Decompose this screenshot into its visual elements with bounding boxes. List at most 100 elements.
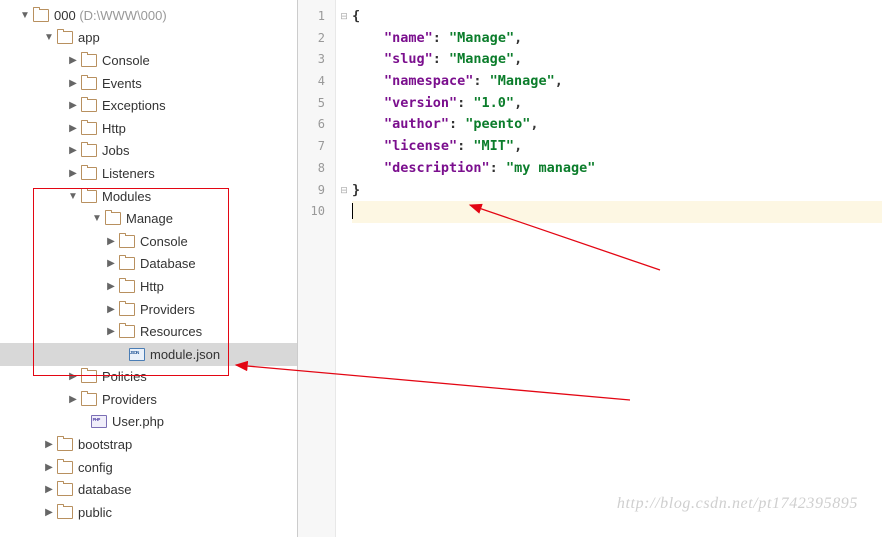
fold-close-icon[interactable]: ⊟ [336, 180, 352, 202]
tree-events[interactable]: ▶ Events [0, 72, 297, 95]
tree-manage[interactable]: ▼ Manage [0, 207, 297, 230]
tree-m-database[interactable]: ▶ Database [0, 253, 297, 276]
chevron-right-icon: ▶ [44, 484, 54, 495]
tree-label: config [78, 460, 113, 475]
tree-label: Http [102, 121, 126, 136]
chevron-right-icon: ▶ [68, 100, 78, 111]
tree-providers[interactable]: ▶ Providers [0, 388, 297, 411]
line-number: 2 [298, 28, 335, 50]
code-area[interactable]: { "name": "Manage", "slug": "Manage", "n… [352, 0, 882, 537]
tree-policies[interactable]: ▶ Policies [0, 366, 297, 389]
chevron-right-icon: ▶ [106, 304, 116, 315]
folder-icon [81, 393, 97, 406]
line-gutter: 1 2 3 4 5 6 7 8 9 10 [298, 0, 336, 537]
code-line: "description": "my manage" [352, 158, 882, 180]
tree-jobs[interactable]: ▶Jobs [0, 140, 297, 163]
tree-listeners[interactable]: ▶Listeners [0, 162, 297, 185]
project-tree: ▼ 000 (D:\WWW\000) ▼ app ▶ Console ▶ Event… [0, 0, 297, 537]
tree-label: Http [140, 279, 164, 294]
watermark: http://blog.csdn.net/pt1742395895 [617, 495, 858, 513]
folder-icon [81, 190, 97, 203]
tree-label: bootstrap [78, 437, 132, 452]
chevron-right-icon: ▶ [44, 507, 54, 518]
folder-icon [57, 483, 73, 496]
chevron-down-icon: ▼ [92, 213, 102, 224]
tree-bootstrap[interactable]: ▶ bootstrap [0, 433, 297, 456]
chevron-down-icon: ▼ [44, 32, 54, 43]
folder-icon [81, 167, 97, 180]
tree-label: Resources [140, 324, 202, 339]
tree-m-console[interactable]: ▶Console [0, 230, 297, 253]
tree-http[interactable]: ▶Http [0, 117, 297, 140]
tree-label: public [78, 505, 112, 520]
chevron-right-icon: ▶ [106, 236, 116, 247]
tree-database[interactable]: ▶ database [0, 478, 297, 501]
code-line-active [352, 201, 882, 223]
tree-label: module.json [150, 347, 220, 362]
folder-icon [81, 54, 97, 67]
folder-icon [81, 77, 97, 90]
tree-label: Jobs [102, 143, 129, 158]
folder-icon [119, 280, 135, 293]
tree-label: User.php [112, 414, 164, 429]
fold-open-icon[interactable]: ⊟ [336, 6, 352, 28]
code-line: "namespace": "Manage", [352, 71, 882, 93]
chevron-right-icon: ▶ [44, 462, 54, 473]
chevron-right-icon: ▶ [68, 394, 78, 405]
chevron-right-icon: ▶ [106, 326, 116, 337]
code-line: { [352, 6, 882, 28]
tree-label: Modules [102, 189, 151, 204]
fold-column: ⊟ ⊟ [336, 0, 352, 537]
tree-label: Events [102, 76, 142, 91]
code-line: "author": "peento", [352, 114, 882, 136]
tree-label: Manage [126, 211, 173, 226]
php-file-icon [91, 415, 107, 428]
chevron-right-icon: ▶ [68, 55, 78, 66]
line-number: 7 [298, 136, 335, 158]
line-number: 6 [298, 114, 335, 136]
folder-icon [57, 506, 73, 519]
chevron-right-icon: ▶ [68, 168, 78, 179]
chevron-right-icon: ▶ [68, 78, 78, 89]
code-line: } [352, 180, 882, 202]
tree-path: (D:\WWW\000) [76, 8, 167, 23]
code-line: "name": "Manage", [352, 28, 882, 50]
tree-userphp[interactable]: ▶User.php [0, 411, 297, 434]
line-number: 5 [298, 93, 335, 115]
tree-app[interactable]: ▼ app [0, 27, 297, 50]
tree-root[interactable]: ▼ 000 (D:\WWW\000) [0, 4, 297, 27]
line-number: 1 [298, 6, 335, 28]
tree-modules[interactable]: ▼ Modules [0, 185, 297, 208]
code-editor[interactable]: 1 2 3 4 5 6 7 8 9 10 ⊟ ⊟ { "name": "Mana… [298, 0, 882, 537]
code-line: "version": "1.0", [352, 93, 882, 115]
tree-console[interactable]: ▶ Console [0, 49, 297, 72]
tree-label: Database [140, 256, 196, 271]
chevron-right-icon: ▶ [68, 371, 78, 382]
tree-label: Exceptions [102, 98, 166, 113]
folder-icon [119, 303, 135, 316]
folder-icon [81, 122, 97, 135]
folder-icon [57, 438, 73, 451]
tree-exceptions[interactable]: ▶ Exceptions [0, 94, 297, 117]
tree-label: Providers [102, 392, 157, 407]
folder-icon [81, 144, 97, 157]
tree-modulejson[interactable]: ▶module.json [0, 343, 297, 366]
tree-m-providers[interactable]: ▶Providers [0, 298, 297, 321]
text-caret [352, 203, 353, 219]
tree-label: database [78, 482, 132, 497]
folder-icon [57, 31, 73, 44]
chevron-down-icon: ▼ [20, 10, 30, 21]
line-number: 9 [298, 180, 335, 202]
line-number: 10 [298, 201, 335, 223]
tree-label: Policies [102, 369, 147, 384]
tree-public[interactable]: ▶ public [0, 501, 297, 524]
folder-icon [119, 325, 135, 338]
code-line: "slug": "Manage", [352, 49, 882, 71]
tree-m-resources[interactable]: ▶ Resources [0, 320, 297, 343]
tree-m-http[interactable]: ▶Http [0, 275, 297, 298]
tree-label: Console [102, 53, 150, 68]
chevron-right-icon: ▶ [44, 439, 54, 450]
chevron-right-icon: ▶ [106, 258, 116, 269]
chevron-down-icon: ▼ [68, 191, 78, 202]
tree-config[interactable]: ▶ config [0, 456, 297, 479]
